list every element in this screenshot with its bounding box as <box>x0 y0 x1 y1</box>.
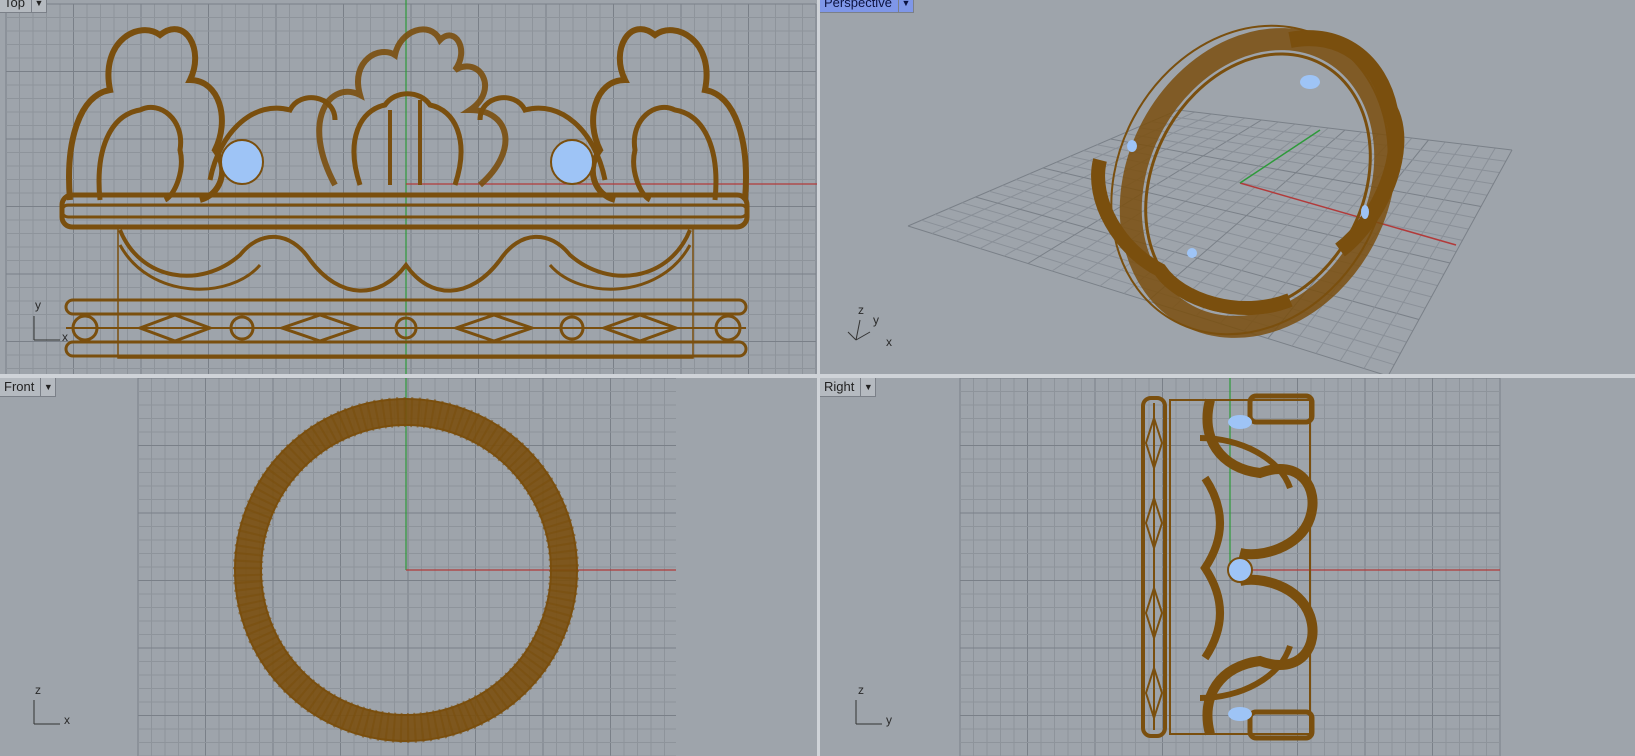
front-view-canvas[interactable] <box>0 378 817 756</box>
gem[interactable] <box>1228 415 1252 429</box>
gem[interactable] <box>1227 557 1253 583</box>
gem[interactable] <box>1361 205 1369 219</box>
viewport-label-perspective[interactable]: Perspective ▼ <box>820 0 914 13</box>
top-view-canvas[interactable] <box>0 0 817 374</box>
grid-line <box>1164 115 1506 162</box>
axis-indicator-icon <box>33 700 60 725</box>
axis-label-z: z <box>35 683 41 697</box>
chevron-down-icon[interactable]: ▼ <box>30 0 46 12</box>
crown-ring-model[interactable] <box>1058 0 1441 374</box>
gem[interactable] <box>1127 140 1137 152</box>
axis-label-x: x <box>886 335 892 349</box>
axis-indicator-icon <box>847 319 871 341</box>
gem[interactable] <box>550 139 594 185</box>
viewport-top[interactable]: y x Top ▼ <box>0 0 817 374</box>
axis-label-x: x <box>62 330 68 344</box>
grid-line <box>1388 149 1513 374</box>
chevron-down-icon[interactable]: ▼ <box>860 378 875 396</box>
perspective-view-canvas[interactable] <box>820 0 1635 374</box>
viewport-title: Right <box>824 379 855 394</box>
axis-label-y: y <box>35 298 41 312</box>
axis-label-y: y <box>886 713 892 727</box>
grid-line <box>1177 109 1513 151</box>
chevron-down-icon[interactable]: ▼ <box>897 0 913 12</box>
right-view-canvas[interactable] <box>820 378 1635 756</box>
axis-indicator-icon <box>855 700 882 725</box>
crown-ring-model[interactable] <box>59 26 750 359</box>
viewport-perspective[interactable]: z y x Perspective ▼ <box>820 0 1635 374</box>
viewport-label-right[interactable]: Right ▼ <box>820 378 877 397</box>
axis-label-y: y <box>873 313 879 327</box>
axis-label-x: x <box>64 713 70 727</box>
viewport-front[interactable]: z x Front ▼ <box>0 378 817 756</box>
axis-label-z: z <box>858 303 864 317</box>
gem[interactable] <box>220 139 264 185</box>
viewport-right[interactable]: z y Right ▼ <box>820 378 1635 756</box>
gem[interactable] <box>1187 248 1197 258</box>
viewport-label-top[interactable]: Top ▼ <box>0 0 47 13</box>
grid <box>137 378 676 756</box>
viewport-title: Front <box>4 379 35 394</box>
viewport-label-front[interactable]: Front ▼ <box>0 378 57 397</box>
chevron-down-icon[interactable]: ▼ <box>40 378 55 396</box>
viewport-title: Perspective <box>824 0 892 10</box>
gem[interactable] <box>1228 707 1252 721</box>
axis-label-z: z <box>858 683 864 697</box>
gem[interactable] <box>1300 75 1320 89</box>
viewport-title: Top <box>4 0 25 10</box>
